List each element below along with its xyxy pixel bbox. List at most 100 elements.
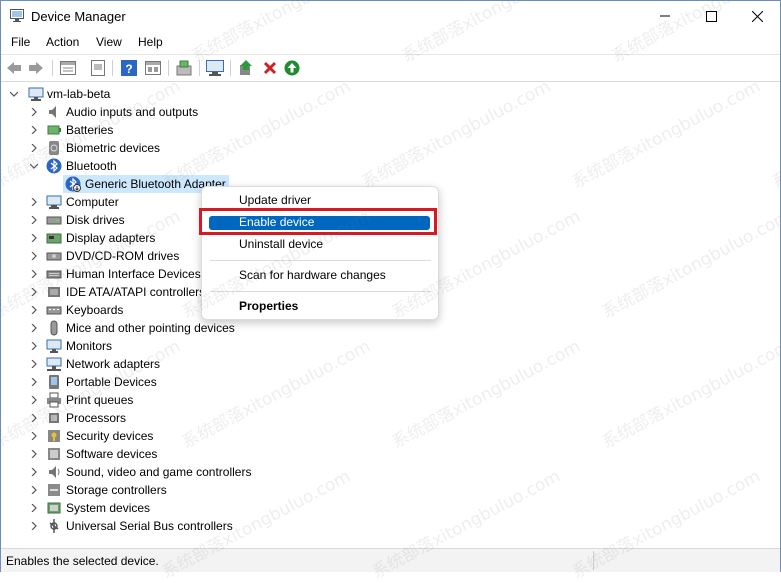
update-driver-icon <box>176 60 192 76</box>
chevron-right-icon[interactable] <box>30 396 38 404</box>
menu-action[interactable]: Action <box>46 35 79 49</box>
tree-item[interactable]: Universal Serial Bus controllers <box>1 517 780 535</box>
chevron-right-icon[interactable] <box>30 414 38 422</box>
bluetooth-disabled-icon <box>65 176 81 192</box>
chevron-right-icon[interactable] <box>30 450 38 458</box>
menu-file[interactable]: File <box>11 35 30 49</box>
tree-item[interactable]: Biometric devices <box>1 139 780 157</box>
properties-icon <box>60 61 76 75</box>
view-icon <box>145 61 161 75</box>
help-icon: ? <box>121 60 137 76</box>
bluetooth-icon <box>46 158 62 174</box>
tree-item[interactable]: Batteries <box>1 121 780 139</box>
ide-icon <box>48 287 60 297</box>
uninstall-button[interactable] <box>261 59 279 77</box>
mouse-icon <box>50 320 58 336</box>
menu-help[interactable]: Help <box>138 35 163 49</box>
tree-item-label: Storage controllers <box>66 483 167 497</box>
context-menu: Update driver Enable device Uninstall de… <box>201 186 439 320</box>
device-manager-icon <box>10 9 24 22</box>
ctx-uninstall-device[interactable]: Uninstall device <box>239 237 323 251</box>
chevron-right-icon[interactable] <box>30 216 38 224</box>
ctx-update-driver[interactable]: Update driver <box>239 193 311 207</box>
title-bar: Device Manager <box>1 1 780 31</box>
close-icon <box>751 10 763 22</box>
chevron-right-icon[interactable] <box>30 234 38 242</box>
toolbar-separator <box>112 60 113 76</box>
chevron-right-icon[interactable] <box>30 468 38 476</box>
chevron-right-icon[interactable] <box>30 486 38 494</box>
chevron-right-icon[interactable] <box>30 306 38 314</box>
biometric-icon <box>49 141 59 155</box>
usb-icon <box>49 519 59 533</box>
tree-item[interactable]: Bluetooth <box>1 157 780 175</box>
enable-icon <box>284 60 300 76</box>
tree-item[interactable]: Mice and other pointing devices <box>1 319 780 337</box>
chevron-right-icon[interactable] <box>30 360 38 368</box>
chevron-down-icon[interactable] <box>10 90 18 98</box>
chevron-right-icon[interactable] <box>30 378 38 386</box>
chevron-right-icon[interactable] <box>30 198 38 206</box>
chevron-right-icon[interactable] <box>30 108 38 116</box>
tree-item-label: vm-lab-beta <box>47 87 111 101</box>
chevron-right-icon[interactable] <box>30 324 38 332</box>
view-button[interactable] <box>144 59 162 77</box>
properties-button[interactable] <box>59 59 77 77</box>
tree-root[interactable]: vm-lab-beta <box>1 85 780 103</box>
forward-button[interactable] <box>27 59 45 77</box>
tree-item[interactable]: Processors <box>1 409 780 427</box>
uninstall-icon <box>263 61 277 75</box>
tree-item[interactable]: Security devices <box>1 427 780 445</box>
chevron-right-icon[interactable] <box>30 126 38 134</box>
chevron-right-icon[interactable] <box>30 432 38 440</box>
chevron-right-icon[interactable] <box>30 252 38 260</box>
sound-icon <box>49 466 60 478</box>
help-button[interactable]: ? <box>120 59 138 77</box>
tree-item-label: Portable Devices <box>66 375 157 389</box>
system-icon <box>47 502 61 514</box>
close-button[interactable] <box>734 1 780 31</box>
maximize-icon <box>705 10 717 22</box>
monitor-icon <box>46 339 62 353</box>
status-text: Enables the selected device. <box>6 554 159 568</box>
security-icon <box>48 430 60 442</box>
ctx-properties[interactable]: Properties <box>239 299 298 313</box>
tree-item[interactable]: Portable Devices <box>1 373 780 391</box>
chevron-right-icon[interactable] <box>30 504 38 512</box>
tree-item[interactable]: Sound, video and game controllers <box>1 463 780 481</box>
chevron-right-icon[interactable] <box>30 144 38 152</box>
storage-icon <box>48 484 60 496</box>
battery-icon <box>47 125 61 135</box>
back-button[interactable] <box>5 59 23 77</box>
tree-item[interactable]: Print queues <box>1 391 780 409</box>
ctx-scan-hardware[interactable]: Scan for hardware changes <box>239 268 386 282</box>
tree-item-label: Display adapters <box>66 231 156 245</box>
menu-view[interactable]: View <box>96 35 122 49</box>
maximize-button[interactable] <box>688 1 734 31</box>
minimize-icon <box>660 15 670 17</box>
back-arrow-icon <box>7 62 21 74</box>
show-hidden-icon <box>91 60 105 76</box>
processor-icon <box>49 413 59 423</box>
tree-item-label: Security devices <box>66 429 154 443</box>
monitor-icon <box>206 60 224 76</box>
minimize-button[interactable] <box>642 1 688 31</box>
tree-item[interactable]: System devices <box>1 499 780 517</box>
scan-hardware-button[interactable] <box>206 59 224 77</box>
tree-item[interactable]: Audio inputs and outputs <box>1 103 780 121</box>
chevron-right-icon[interactable] <box>30 342 38 350</box>
chevron-right-icon[interactable] <box>30 288 38 296</box>
tree-item-label: Universal Serial Bus controllers <box>66 519 233 533</box>
chevron-right-icon[interactable] <box>30 270 38 278</box>
enable-button[interactable] <box>283 59 301 77</box>
update-driver-button[interactable] <box>175 59 193 77</box>
tree-item[interactable]: Software devices <box>1 445 780 463</box>
tree-item-label: Computer <box>66 195 119 209</box>
tree-item[interactable]: Storage controllers <box>1 481 780 499</box>
chevron-down-icon[interactable] <box>30 162 38 170</box>
chevron-right-icon[interactable] <box>30 522 38 530</box>
tree-item[interactable]: Monitors <box>1 337 780 355</box>
tree-item[interactable]: Network adapters <box>1 355 780 373</box>
show-hidden-button[interactable] <box>89 59 107 77</box>
add-driver-button[interactable] <box>237 59 255 77</box>
